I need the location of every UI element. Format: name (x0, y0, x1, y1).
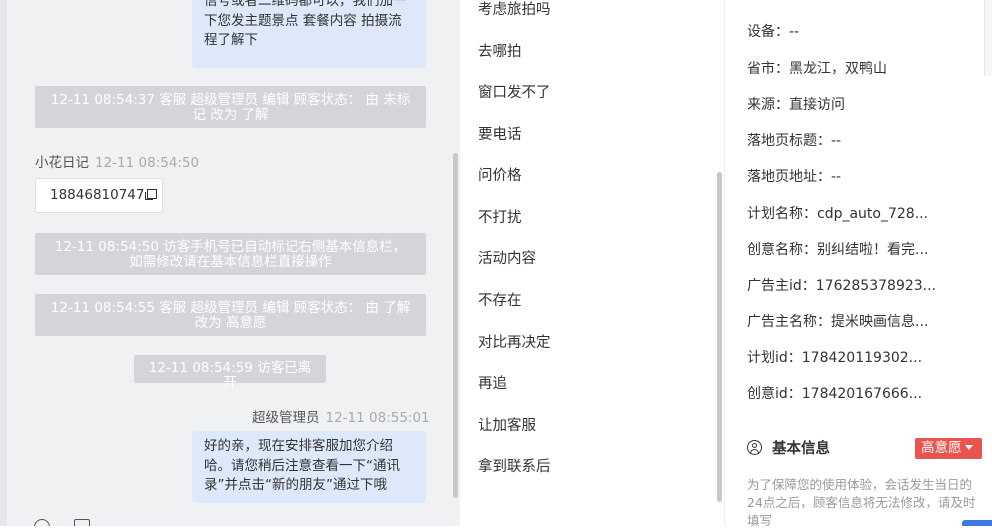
agent-sender: 超级管理员 12-11 08:55:01 (252, 406, 430, 426)
quick-reply-item[interactable]: 问价格 (478, 164, 522, 185)
info-advertiser-id: 广告主id：176285378923... (747, 278, 937, 294)
info-landing-url: 落地页地址：-- (747, 169, 842, 185)
info-advertiser-name: 广告主名称：提米映画信息... (747, 314, 929, 330)
info-source: 来源：直接访问 (747, 97, 845, 113)
system-message: 12-11 08:54:37 客服 超级管理员 编辑 顾客状态： 由 未标记 改… (35, 86, 426, 128)
system-message: 12-11 08:54:55 客服 超级管理员 编辑 顾客状态： 由 了解 改为… (35, 294, 426, 336)
image-icon[interactable] (74, 519, 90, 526)
info-creative-name: 创意名称：别纠结啦！看完... (747, 242, 929, 258)
agent-message-time: 12-11 08:55:01 (325, 410, 430, 426)
agent-name: 超级管理员 (252, 410, 320, 426)
right-edge-accent (962, 520, 992, 526)
system-message: 12-11 08:54:59 访客已离开 (134, 355, 326, 391)
info-landing-title: 落地页标题：-- (747, 133, 842, 149)
info-creative-id: 创意id：178420167666... (747, 386, 923, 402)
quick-reply-item[interactable]: 不打扰 (478, 206, 522, 227)
info-device: 设备：-- (747, 24, 800, 40)
quick-replies-scrollbar[interactable] (717, 172, 722, 502)
visitor-name: 小花日记 (35, 155, 89, 171)
quick-reply-item[interactable]: 考虑旅拍吗 (478, 0, 551, 19)
info-plan-name: 计划名称：cdp_auto_728... (747, 206, 929, 222)
chat-panel: 信号或者二维码都可以，我们加一下您发主题景点 套餐内容 拍摄流程了解下 12-1… (0, 0, 460, 526)
chat-toolbar (30, 516, 210, 526)
quick-reply-item[interactable]: 窗口发不了 (478, 81, 551, 102)
info-region: 省市：黑龙江，双鸭山 (747, 61, 887, 77)
visitor-message-time: 12-11 08:54:50 (95, 155, 200, 171)
info-plan-id: 计划id：178420119302... (747, 350, 923, 366)
agent-message-bubble: 好的亲，现在安排客服加您介绍哈。请您稍后注意查看一下“通讯录”并点击“新的朋友”… (192, 431, 426, 503)
quick-reply-item[interactable]: 活动内容 (478, 247, 536, 268)
phone-number: 18846810747 (50, 187, 145, 203)
emoji-icon[interactable] (34, 519, 50, 526)
quick-reply-item[interactable]: 再追 (478, 372, 507, 393)
chat-scrollbar[interactable] (453, 153, 458, 498)
visitor-phone-message: 18846810747 (35, 178, 163, 213)
quick-replies-panel: 考虑旅拍吗 去哪拍 窗口发不了 要电话 问价格 不打扰 活动内容 不存在 对比再… (460, 0, 724, 526)
agent-message-bubble: 信号或者二维码都可以，我们加一下您发主题景点 套餐内容 拍摄流程了解下 (192, 0, 426, 68)
right-edge-panel (984, 0, 992, 76)
intent-status-dropdown[interactable]: 高意愿 (915, 438, 982, 459)
user-icon (747, 440, 762, 455)
intent-status-label: 高意愿 (921, 440, 962, 456)
quick-reply-item[interactable]: 拿到联系后 (478, 455, 551, 476)
caret-down-icon (964, 445, 973, 450)
basic-info-title: 基本信息 (772, 441, 830, 457)
quick-reply-item[interactable]: 去哪拍 (478, 40, 522, 61)
quick-reply-item[interactable]: 不存在 (478, 289, 522, 310)
quick-reply-item[interactable]: 让加客服 (478, 414, 536, 435)
chat-gutter (0, 0, 7, 526)
system-message: 12-11 08:54:50 访客手机号已自动标记右侧基本信息栏，如需修改请在基… (35, 233, 426, 275)
quick-reply-item[interactable]: 要电话 (478, 123, 522, 144)
visitor-sender: 小花日记 12-11 08:54:50 (35, 151, 199, 171)
info-edit-note: 为了保障您的使用体验，会话发生当日的24点之后，顾客信息将无法修改，请及时填写 (747, 477, 976, 528)
visitor-info-panel: 设备：-- 省市：黑龙江，双鸭山 来源：直接访问 落地页标题：-- 落地页地址：… (724, 0, 992, 528)
quick-reply-item[interactable]: 对比再决定 (478, 331, 551, 352)
copy-icon[interactable] (145, 189, 158, 200)
basic-info-header: 基本信息 (747, 437, 830, 458)
